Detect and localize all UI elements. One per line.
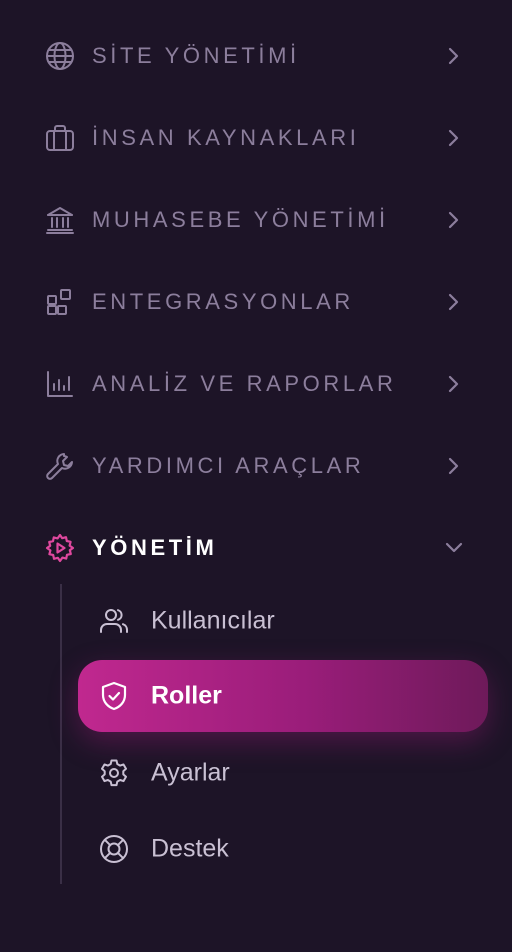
menu-item-label: YARDIMCI ARAÇLAR: [92, 453, 365, 478]
wrench-icon: [44, 450, 76, 482]
lifebuoy-icon: [98, 833, 130, 865]
submenu-item-roller[interactable]: Roller: [78, 660, 488, 732]
submenu-item-ayarlar[interactable]: Ayarlar: [78, 737, 488, 809]
submenu-item-kullanicilar[interactable]: Kullanıcılar: [78, 585, 488, 657]
shield-check-icon: [98, 680, 130, 712]
gear-icon: [98, 757, 130, 789]
grid-plus-icon: [44, 286, 76, 318]
globe-icon: [44, 40, 76, 72]
briefcase-icon: [44, 122, 76, 154]
menu-item-label: ANALİZ VE RAPORLAR: [92, 371, 397, 396]
menu-item-label: MUHASEBE YÖNETİMİ: [92, 207, 389, 232]
chevron-down-icon: [440, 534, 468, 562]
sidebar-menu: SİTE YÖNETİMİ İNSAN KAYNAKLARI MUHASEBE …: [0, 0, 512, 952]
gear-play-icon: [44, 532, 76, 564]
menu-item-yardimci-araclar[interactable]: YARDIMCI ARAÇLAR: [0, 436, 512, 496]
menu-item-insan-kaynaklari[interactable]: İNSAN KAYNAKLARI: [0, 108, 512, 168]
chevron-right-icon: [440, 452, 468, 480]
bank-icon: [44, 204, 76, 236]
menu-item-yonetim[interactable]: YÖNETİM: [0, 518, 512, 578]
chevron-right-icon: [440, 124, 468, 152]
submenu-item-label: Ayarlar: [151, 758, 230, 787]
menu-item-site-yonetimi[interactable]: SİTE YÖNETİMİ: [0, 26, 512, 86]
users-icon: [98, 605, 130, 637]
submenu-item-label: Destek: [151, 834, 229, 863]
menu-item-analiz-ve-raporlar[interactable]: ANALİZ VE RAPORLAR: [0, 354, 512, 414]
chevron-right-icon: [440, 288, 468, 316]
menu-item-label: YÖNETİM: [92, 535, 218, 560]
menu-item-label: İNSAN KAYNAKLARI: [92, 125, 360, 150]
menu-item-muhasebe-yonetimi[interactable]: MUHASEBE YÖNETİMİ: [0, 190, 512, 250]
chevron-right-icon: [440, 370, 468, 398]
submenu-item-label: Roller: [151, 681, 222, 710]
submenu-item-destek[interactable]: Destek: [78, 813, 488, 885]
menu-item-label: SİTE YÖNETİMİ: [92, 43, 300, 68]
submenu-item-label: Kullanıcılar: [151, 606, 275, 635]
bar-chart-icon: [44, 368, 76, 400]
submenu-divider-line: [60, 584, 62, 884]
menu-item-entegrasyonlar[interactable]: ENTEGRASYONLAR: [0, 272, 512, 332]
chevron-right-icon: [440, 42, 468, 70]
chevron-right-icon: [440, 206, 468, 234]
menu-item-label: ENTEGRASYONLAR: [92, 289, 354, 314]
